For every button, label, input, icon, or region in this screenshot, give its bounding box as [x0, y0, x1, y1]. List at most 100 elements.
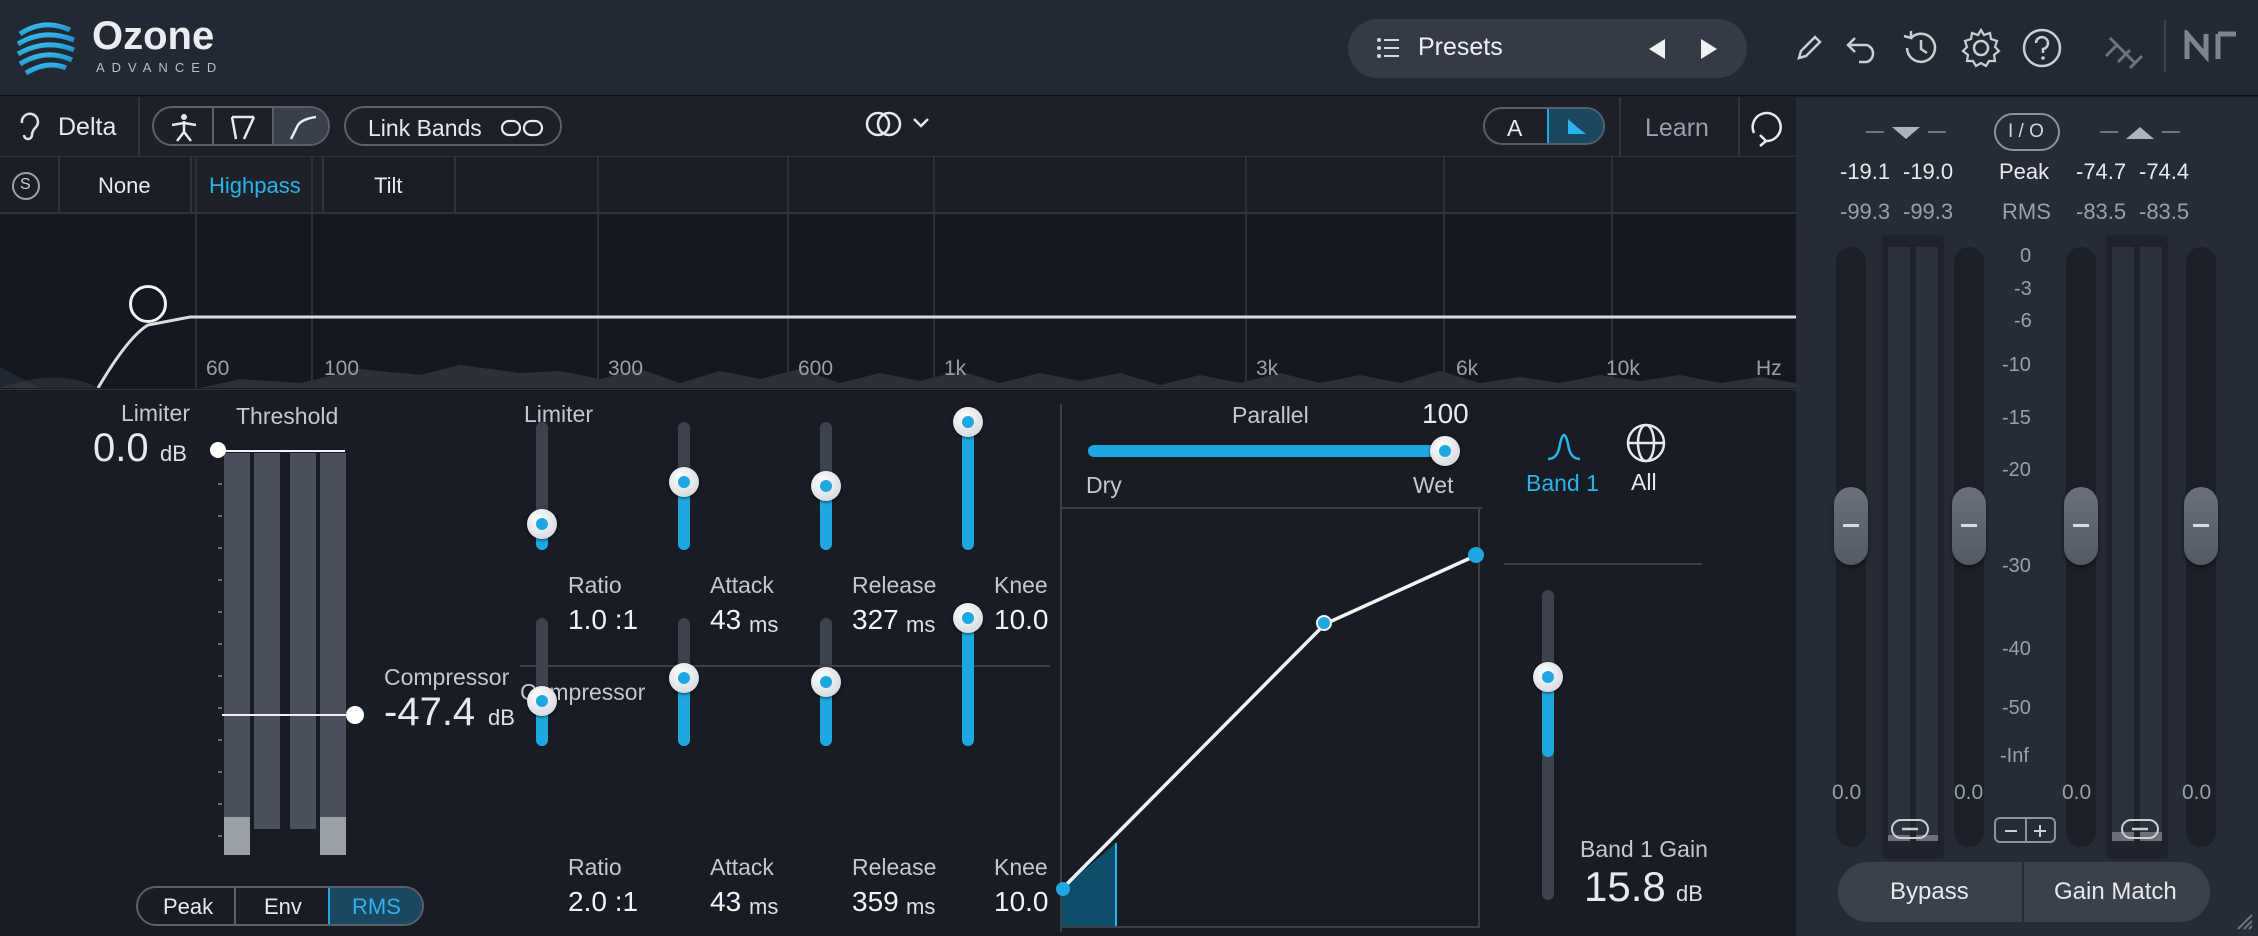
parallel-slider-handle[interactable] [1430, 436, 1460, 466]
io-toggle-button[interactable]: I / O [1994, 113, 2060, 151]
freq-label: 300 [608, 357, 644, 380]
input-link-icon[interactable] [1890, 818, 1930, 840]
transfer-curve-graph[interactable] [1056, 509, 1484, 928]
all-bands-button[interactable]: All [1631, 469, 1657, 496]
delta-label[interactable]: Delta [58, 113, 116, 142]
compressor-attack-fader-handle[interactable] [669, 663, 699, 693]
compressor-knee-label: Knee [994, 854, 1048, 880]
chevron-down-icon[interactable] [912, 117, 930, 129]
compressor-ratio-fader-handle[interactable] [527, 686, 557, 716]
learn-button[interactable]: Learn [1645, 114, 1709, 143]
rms-mode-button[interactable]: RMS [328, 888, 422, 924]
output-level-meter [2106, 235, 2168, 859]
limiter-ratio-fader-handle[interactable] [527, 509, 557, 539]
limiter-attack-fader-handle[interactable] [669, 467, 699, 497]
parallel-slider[interactable] [1088, 436, 1460, 466]
fader-handle[interactable] [1952, 487, 1986, 565]
compressor-knee-fader[interactable] [953, 603, 983, 746]
link-bands-button[interactable]: Link Bands [344, 106, 562, 146]
a-button[interactable]: A [1485, 109, 1547, 143]
limiter-ratio-label: Ratio [568, 572, 622, 598]
history-icon[interactable] [1899, 28, 1941, 68]
output-gain-fader-left[interactable] [2064, 247, 2098, 847]
limiter-knee-fader[interactable] [953, 407, 983, 550]
limiter-release-fader-handle[interactable] [811, 471, 841, 501]
freq-label: 3k [1256, 357, 1279, 380]
compressor-knee-value: 10.0 [994, 886, 1049, 917]
knee-node[interactable] [1316, 615, 1332, 631]
presets-bar[interactable]: Presets [1348, 19, 1747, 78]
settings-gear-icon[interactable] [1960, 27, 2002, 69]
curve-node[interactable] [1056, 882, 1070, 896]
limiter-threshold-handle[interactable] [210, 442, 226, 458]
compressor-release-fader[interactable] [811, 618, 841, 746]
ear-icon[interactable] [18, 111, 40, 141]
compressor-attack-value: 43 [710, 886, 742, 917]
reset-refresh-icon[interactable] [1746, 107, 1786, 149]
compressor-curve-icon[interactable] [288, 113, 318, 141]
detection-mode-group: Peak Env RMS [136, 886, 424, 926]
limiter-attack-fader[interactable] [669, 422, 699, 550]
ozone-logo-icon [16, 22, 75, 76]
wet-label: Wet [1413, 472, 1454, 498]
compressor-release-fader-handle[interactable] [811, 667, 841, 697]
link-icon [500, 119, 544, 137]
fader-handle[interactable] [2184, 487, 2218, 565]
minus-icon[interactable] [2005, 830, 2017, 832]
output-gain-fader-right[interactable] [2184, 247, 2218, 847]
module-toolbar: Delta Link Bands A Learn [0, 97, 1796, 157]
limiter-release-value: 327 [852, 604, 899, 635]
help-icon[interactable] [2021, 27, 2063, 69]
pencil-icon[interactable] [1795, 34, 1823, 62]
output-rms-left: -83.5 [2076, 199, 2127, 224]
input-rms-right: -99.3 [1903, 199, 1954, 224]
compressor-knee-fader-handle[interactable] [953, 603, 983, 633]
offset-stepper[interactable] [1994, 817, 2056, 843]
presets-label[interactable]: Presets [1418, 33, 1503, 62]
limiter-release-fader[interactable] [811, 422, 841, 550]
fader-handle[interactable] [2064, 487, 2098, 565]
gain-match-button[interactable]: Gain Match [2024, 862, 2210, 922]
fader-value-input-right[interactable]: 0.0 [1954, 781, 1983, 805]
stereo-mode-icon[interactable] [864, 109, 904, 139]
band-1-button[interactable]: Band 1 [1526, 470, 1599, 497]
fader-handle[interactable] [1834, 487, 1868, 565]
limiter-attack-value: 43 [710, 604, 742, 635]
limiter-knee-label: Knee [994, 572, 1048, 598]
env-mode-button[interactable]: Env [236, 888, 328, 924]
next-preset-icon[interactable] [1698, 37, 1720, 61]
undo-icon[interactable] [1845, 30, 1881, 64]
b-button[interactable] [1547, 109, 1603, 143]
output-meter-indicator-icon [2100, 127, 2180, 139]
globe-icon[interactable] [1625, 422, 1667, 464]
band-gain-fader[interactable] [1533, 590, 1563, 900]
peak-mode-button[interactable]: Peak [138, 888, 234, 924]
input-gain-fader-left[interactable] [1834, 247, 1868, 847]
threshold-meter[interactable] [218, 453, 348, 855]
parallel-value: 100 [1422, 398, 1469, 429]
compressor-ratio-fader[interactable] [527, 618, 557, 746]
eq-spectrum-display[interactable]: 60 100 300 600 1k 3k 6k 10k Hz [0, 157, 1796, 388]
compressor-threshold-handle[interactable] [346, 706, 364, 724]
output-link-icon[interactable] [2120, 818, 2160, 840]
resize-handle-icon[interactable] [2234, 911, 2254, 931]
limiter-section-label: Limiter [524, 401, 594, 427]
fader-value-output-left[interactable]: 0.0 [2062, 781, 2091, 805]
curve-end-node[interactable] [1468, 547, 1484, 563]
limiter-knee-fader-handle[interactable] [953, 407, 983, 437]
band-bell-icon[interactable] [1546, 424, 1582, 462]
transient-shaper-icon[interactable] [228, 113, 258, 141]
band-gain-fader-handle[interactable] [1533, 662, 1563, 692]
input-gain-fader-right[interactable] [1952, 247, 1986, 847]
previous-preset-icon[interactable] [1646, 37, 1668, 61]
cable-icon[interactable] [2100, 26, 2148, 74]
highpass-node-handle[interactable] [129, 285, 167, 323]
vocal-balance-icon[interactable] [168, 112, 200, 142]
fader-value-input-left[interactable]: 0.0 [1832, 781, 1861, 805]
bypass-button[interactable]: Bypass [1838, 862, 2022, 922]
compressor-attack-unit: ms [749, 894, 779, 919]
freq-label: 60 [206, 357, 230, 380]
fader-value-output-right[interactable]: 0.0 [2182, 781, 2211, 805]
compressor-attack-fader[interactable] [669, 618, 699, 746]
limiter-ratio-fader[interactable] [527, 422, 557, 550]
